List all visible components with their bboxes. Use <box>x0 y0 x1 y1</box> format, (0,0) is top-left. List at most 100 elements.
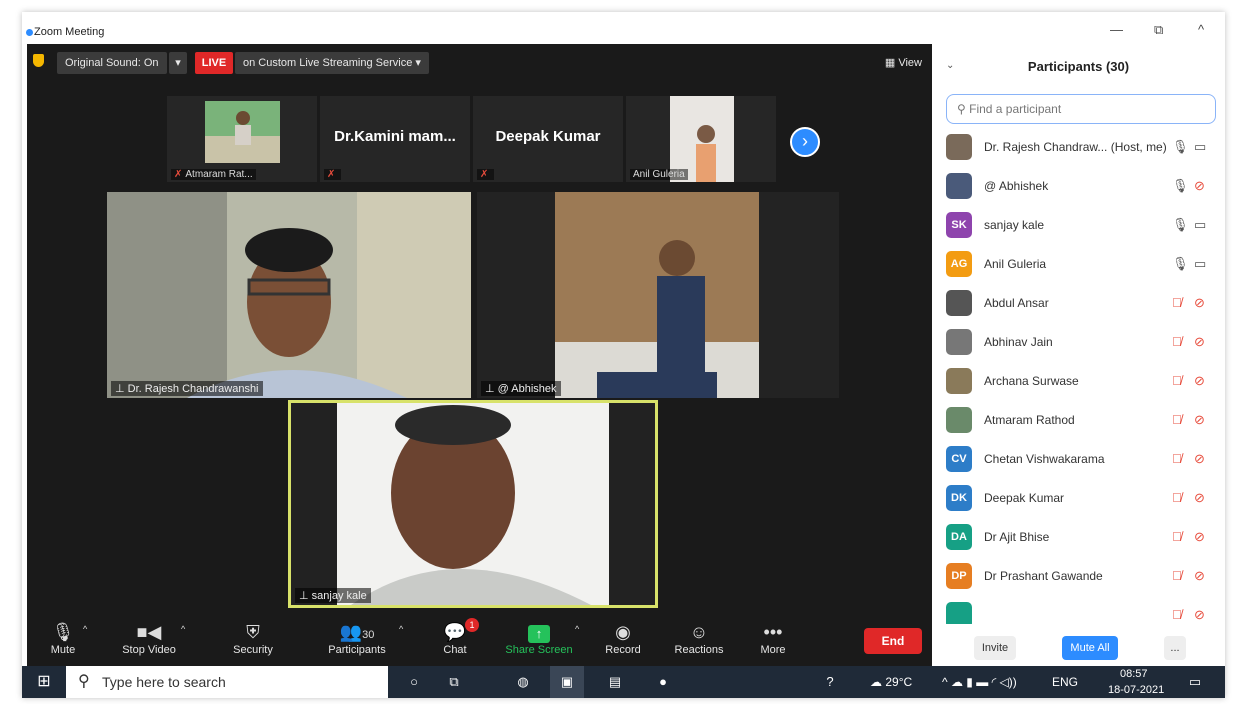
mic-muted-icon[interactable]: 🎙̸ <box>1172 529 1182 544</box>
thumbnail-anil[interactable]: Anil Guleria <box>626 96 776 182</box>
security-shield-icon[interactable] <box>33 54 44 67</box>
video-off-icon[interactable]: ⊘ <box>1194 490 1205 506</box>
video-camera-icon[interactable]: ▭ <box>1194 217 1206 233</box>
input-language[interactable]: ENG <box>1052 666 1078 698</box>
participant-row[interactable]: @ Abhishek 🎙 ⊘ <box>932 167 1225 206</box>
taskbar-search-box[interactable]: ⚲ Type here to search <box>66 666 388 698</box>
search-icon: ⚲ <box>78 673 90 690</box>
zoom-taskbar-icon[interactable]: ▣ <box>550 666 584 698</box>
original-sound-toggle[interactable]: Original Sound: On <box>57 52 167 74</box>
minimize-button[interactable]: — <box>1110 22 1123 37</box>
stop-video-button[interactable]: ■◀ ^ Stop Video <box>109 620 189 656</box>
mic-muted-icon[interactable]: 🎙̸ <box>1172 490 1182 505</box>
thumbnail-label: Anil Guleria <box>630 169 688 180</box>
cortana-icon[interactable]: ○ <box>400 666 428 698</box>
video-off-icon[interactable]: ⊘ <box>1194 607 1205 623</box>
participant-name: Abdul Ansar <box>984 296 1049 310</box>
mic-muted-icon[interactable]: 🎙̸ <box>1172 607 1182 622</box>
temperature: 29°C <box>885 675 913 689</box>
next-page-button[interactable]: › <box>790 127 820 157</box>
notifications-icon[interactable]: ▭ <box>1180 666 1210 698</box>
help-icon[interactable]: ? <box>816 666 844 698</box>
mute-button[interactable]: 🎙 ^ Mute <box>23 620 103 656</box>
mic-muted-icon[interactable]: 🎙̸ <box>1172 334 1182 349</box>
view-button[interactable]: ▦ View <box>885 52 922 74</box>
participants-options-caret[interactable]: ^ <box>399 624 403 634</box>
mute-all-button[interactable]: Mute All <box>1062 636 1118 660</box>
participants-button[interactable]: 👥30 ^ Participants <box>317 620 403 656</box>
thumbnail-atmaram[interactable]: ✗ Atmaram Rat... <box>167 96 317 182</box>
participant-row[interactable]: SK sanjay kale 🎙 ▭ <box>932 206 1225 245</box>
reactions-button[interactable]: ☺ Reactions <box>659 620 739 656</box>
mic-muted-icon[interactable]: 🎙̸ <box>1172 568 1182 583</box>
share-options-caret[interactable]: ^ <box>575 624 579 634</box>
share-screen-icon: ↑ <box>499 620 579 644</box>
microphone-icon[interactable]: 🎙 <box>1172 217 1189 233</box>
panel-more-button[interactable]: ... <box>1164 636 1186 660</box>
participant-search-input[interactable]: ⚲ Find a participant <box>946 94 1216 124</box>
video-off-icon[interactable]: ⊘ <box>1194 295 1205 311</box>
participant-avatar: DK <box>946 485 972 511</box>
system-tray-icons[interactable]: ^ ☁ ▮ ▬ ◜ ◁)) <box>942 666 1017 698</box>
thumbnail-kamini[interactable]: Dr.Kamini mam... ✗ <box>320 96 470 182</box>
video-options-caret[interactable]: ^ <box>181 624 185 634</box>
mic-muted-icon[interactable]: 🎙̸ <box>1172 295 1182 310</box>
weather-widget[interactable]: ☁ 29°C <box>870 666 912 698</box>
mic-muted-icon: ✗ <box>477 169 495 180</box>
mic-muted-icon[interactable]: 🎙̸ <box>1172 373 1182 388</box>
participant-row[interactable]: AG Anil Guleria 🎙 ▭ <box>932 245 1225 284</box>
video-off-icon[interactable]: ⊘ <box>1194 334 1205 350</box>
share-screen-button[interactable]: ↑ ^ Share Screen <box>499 620 579 656</box>
video-tile-sanjay[interactable]: ⊥ sanjay kale <box>288 400 658 608</box>
powerpoint-icon[interactable]: ● <box>646 666 680 698</box>
task-view-icon[interactable]: ⧉ <box>440 666 468 698</box>
chat-button[interactable]: 💬 1 Chat <box>415 618 495 656</box>
microphone-icon: 🎙 <box>51 622 75 642</box>
participant-row[interactable]: DP Dr Prashant Gawande 🎙̸ ⊘ <box>932 557 1225 596</box>
participant-row[interactable]: Abdul Ansar 🎙̸ ⊘ <box>932 284 1225 323</box>
collapse-panel-button[interactable]: ^ <box>1198 22 1204 37</box>
participant-row[interactable]: DK Deepak Kumar 🎙̸ ⊘ <box>932 479 1225 518</box>
participant-name: Dr Prashant Gawande <box>984 569 1103 583</box>
participant-row[interactable]: 🎙̸ ⊘ <box>932 596 1225 624</box>
participant-row[interactable]: Archana Surwase 🎙̸ ⊘ <box>932 362 1225 401</box>
participant-row[interactable]: CV Chetan Vishwakarama 🎙̸ ⊘ <box>932 440 1225 479</box>
video-tile-abhishek[interactable]: ⊥ @ Abhishek <box>477 192 839 398</box>
audio-options-caret[interactable]: ^ <box>83 624 87 634</box>
video-tile-rajesh[interactable]: ⊥ Dr. Rajesh Chandrawanshi <box>107 192 471 398</box>
video-off-icon[interactable]: ⊘ <box>1194 529 1205 545</box>
chrome-icon[interactable]: ◍ <box>506 666 540 698</box>
windows-taskbar: ⊞ ⚲ Type here to search ○ ⧉ ◍ ▣ ▤ ● ? ☁ … <box>22 666 1225 698</box>
mic-muted-icon[interactable]: 🎙̸ <box>1172 451 1182 466</box>
video-off-icon[interactable]: ⊘ <box>1194 412 1205 428</box>
participant-row[interactable]: Abhinav Jain 🎙̸ ⊘ <box>932 323 1225 362</box>
microphone-icon[interactable]: 🎙 <box>1172 139 1189 155</box>
mic-muted-icon[interactable]: 🎙̸ <box>1172 412 1182 427</box>
security-button[interactable]: ⛨ Security <box>213 620 293 656</box>
video-tile-label: ⊥ @ Abhishek <box>481 381 561 396</box>
microphone-icon[interactable]: 🎙 <box>1172 256 1189 272</box>
video-off-icon[interactable]: ⊘ <box>1194 451 1205 467</box>
record-button[interactable]: ◉ Record <box>583 620 663 656</box>
invite-button[interactable]: Invite <box>974 636 1016 660</box>
file-explorer-icon[interactable]: ▤ <box>598 666 632 698</box>
windows-start-icon[interactable]: ⊞ <box>30 666 58 698</box>
participant-row[interactable]: DA Dr Ajit Bhise 🎙̸ ⊘ <box>932 518 1225 557</box>
video-camera-icon[interactable]: ▭ <box>1194 139 1206 155</box>
video-camera-icon[interactable]: ▭ <box>1194 256 1206 272</box>
microphone-icon[interactable]: 🎙 <box>1172 178 1189 194</box>
participant-row[interactable]: Atmaram Rathod 🎙̸ ⊘ <box>932 401 1225 440</box>
video-off-icon[interactable]: ⊘ <box>1194 178 1205 194</box>
participant-row[interactable]: Dr. Rajesh Chandraw... (Host, me) 🎙 ▭ <box>932 128 1225 167</box>
live-badge[interactable]: LIVE <box>195 52 233 74</box>
more-button[interactable]: ••• More <box>733 620 813 656</box>
restore-button[interactable]: ⧉ <box>1154 22 1163 38</box>
sound-options-caret[interactable]: ▾ <box>169 52 187 74</box>
thumbnail-deepak[interactable]: Deepak Kumar ✗ <box>473 96 623 182</box>
video-off-icon[interactable]: ⊘ <box>1194 373 1205 389</box>
participant-list: Dr. Rajesh Chandraw... (Host, me) 🎙 ▭ @ Abh… <box>932 128 1225 624</box>
video-off-icon[interactable]: ⊘ <box>1194 568 1205 584</box>
live-stream-dropdown[interactable]: on Custom Live Streaming Service ▾ <box>235 52 429 74</box>
participant-name: Deepak Kumar <box>984 491 1065 505</box>
end-meeting-button[interactable]: End <box>864 628 922 654</box>
